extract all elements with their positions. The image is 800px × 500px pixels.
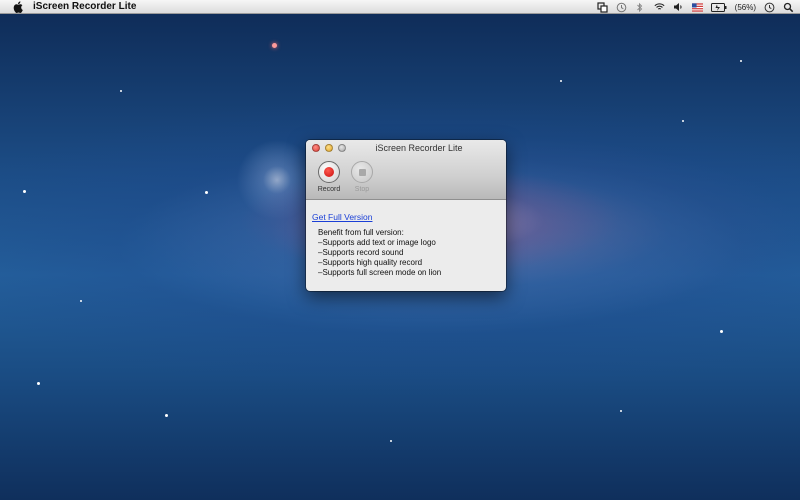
star	[560, 80, 562, 82]
screen-recorder-icon[interactable]	[597, 1, 608, 13]
flag-us-icon[interactable]	[691, 2, 703, 13]
stop-tool[interactable]: Stop	[347, 161, 377, 193]
star	[272, 43, 277, 48]
star	[80, 300, 82, 302]
time-machine-icon[interactable]	[616, 2, 627, 13]
battery-icon[interactable]	[710, 2, 727, 13]
window-content: Get Full Version Benefit from full versi…	[306, 200, 506, 278]
stop-button[interactable]	[351, 161, 373, 183]
record-button[interactable]	[318, 161, 340, 183]
star	[740, 60, 742, 62]
benefits-heading: Benefit from full version:	[318, 228, 404, 237]
record-tool[interactable]: Record	[314, 161, 344, 193]
get-full-version-link[interactable]: Get Full Version	[312, 212, 372, 222]
recorder-window: iScreen Recorder Lite Record Stop Get Fu…	[306, 140, 506, 291]
star	[120, 90, 122, 92]
star	[390, 440, 392, 442]
star	[23, 190, 26, 193]
menu-bar: iScreen Recorder Lite (56%)	[0, 0, 800, 14]
star	[205, 191, 208, 194]
stop-label: Stop	[354, 186, 370, 193]
star	[682, 120, 684, 122]
wifi-icon[interactable]	[654, 2, 665, 13]
record-icon	[324, 167, 334, 177]
benefit-item: –Supports full screen mode on lion	[318, 268, 442, 277]
benefit-item: –Supports high quality record	[318, 258, 423, 267]
status-menus: (56%)	[597, 0, 794, 14]
spotlight-icon[interactable]	[783, 2, 794, 13]
star	[37, 382, 40, 385]
bluetooth-icon[interactable]	[635, 2, 646, 13]
record-label: Record	[317, 186, 341, 193]
apple-icon[interactable]	[13, 0, 23, 13]
benefit-item: –Supports record sound	[318, 248, 404, 257]
benefit-item: –Supports add text or image logo	[318, 238, 436, 247]
battery-percent[interactable]: (56%)	[735, 3, 756, 12]
window-title: iScreen Recorder Lite	[375, 143, 463, 153]
star	[620, 410, 622, 412]
star	[720, 330, 723, 333]
stop-icon	[358, 168, 366, 176]
star	[165, 414, 168, 417]
window-titlebar[interactable]: iScreen Recorder Lite Record Stop	[306, 140, 506, 200]
menu-app-name[interactable]: iScreen Recorder Lite	[33, 1, 136, 12]
benefits-list: Benefit from full version: –Supports add…	[312, 228, 500, 278]
volume-icon[interactable]	[673, 2, 684, 13]
clock-icon[interactable]	[764, 2, 775, 13]
